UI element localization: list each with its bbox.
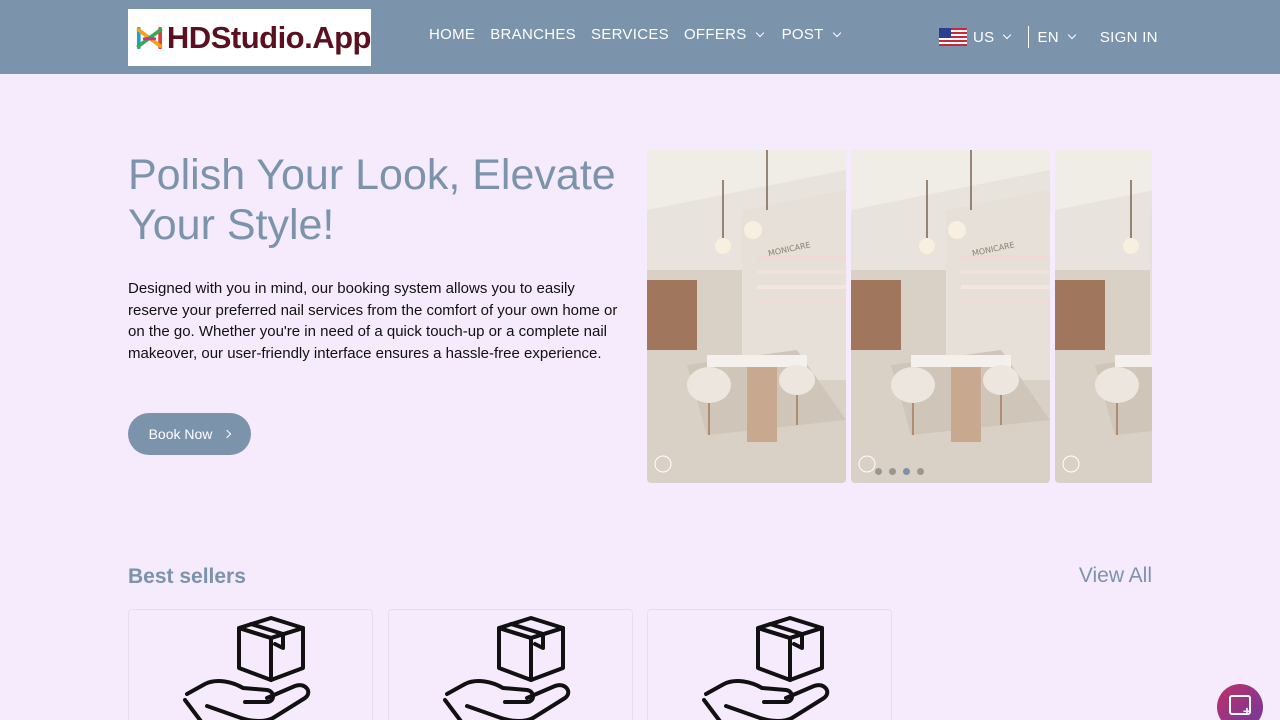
booking-fab-button[interactable] [1217, 684, 1263, 720]
salon-interior-image [1055, 150, 1152, 483]
book-now-button[interactable]: Book Now [128, 413, 251, 455]
language-label: EN [1037, 28, 1059, 46]
salon-interior-image: MONICARE [851, 150, 1050, 483]
chevron-down-icon [1067, 30, 1077, 40]
product-card[interactable] [128, 609, 373, 720]
carousel-dots [875, 468, 931, 475]
nav-offers[interactable]: OFFERS [684, 26, 767, 43]
us-flag-icon [939, 28, 967, 46]
country-selector[interactable]: US [973, 29, 1014, 46]
hero-title: Polish Your Look, Elevate Your Style! [128, 151, 616, 249]
chevron-down-icon [832, 28, 841, 37]
carousel-dot[interactable] [889, 468, 896, 475]
brand-mark-icon [136, 26, 163, 49]
salon-interior-image: MONICARE [647, 150, 846, 483]
nav-offers-label: OFFERS [683, 26, 747, 43]
product-card[interactable] [388, 609, 633, 720]
nav-branches[interactable]: BRANCHES [490, 26, 576, 43]
calendar-add-icon [1229, 695, 1251, 719]
brand-name: HDStudio.App [166, 19, 372, 55]
sign-in-link[interactable]: SIGN IN [1100, 29, 1158, 46]
language-selector[interactable]: EN [1037, 29, 1078, 46]
carousel-slide[interactable] [1055, 150, 1152, 483]
divider [1028, 26, 1030, 48]
nav-post-label: POST [781, 26, 824, 43]
main-nav: HOME BRANCHES SERVICES OFFERS POST [429, 26, 859, 43]
hand-holding-box-icon [702, 616, 830, 720]
view-all-link[interactable]: View All [1079, 564, 1152, 588]
carousel-slide[interactable]: MONICARE [851, 150, 1050, 483]
nav-services-label: SERVICES [590, 26, 669, 43]
nav-home-label: HOME [429, 26, 476, 43]
book-now-label: Book Now [148, 426, 213, 442]
header-actions: US EN SIGN IN [939, 26, 1158, 48]
best-sellers-title: Best sellers [128, 565, 246, 588]
hero-description: Designed with you in mind, our booking s… [128, 280, 618, 362]
chevron-down-icon [1003, 30, 1012, 40]
chevron-right-icon [223, 429, 232, 439]
salon-carousel[interactable]: MONICARE MONICARE [647, 150, 1152, 483]
country-label: US [973, 28, 995, 46]
top-header: HDStudio.App HOME BRANCHES SERVICES OFFE… [0, 0, 1280, 74]
nav-home[interactable]: HOME [429, 26, 475, 43]
nav-post[interactable]: POST [782, 26, 844, 43]
nav-branches-label: BRANCHES [490, 26, 576, 43]
carousel-dot-active[interactable] [903, 468, 910, 475]
nav-services[interactable]: SERVICES [591, 26, 669, 43]
carousel-slide[interactable]: MONICARE [647, 150, 846, 483]
carousel-dot[interactable] [917, 468, 924, 475]
product-card[interactable] [647, 609, 892, 720]
hand-holding-box-icon [443, 616, 571, 720]
carousel-dot[interactable] [875, 468, 882, 475]
brand-logo[interactable]: HDStudio.App [128, 9, 372, 66]
hand-holding-box-icon [183, 616, 311, 720]
chevron-down-icon [755, 28, 764, 37]
